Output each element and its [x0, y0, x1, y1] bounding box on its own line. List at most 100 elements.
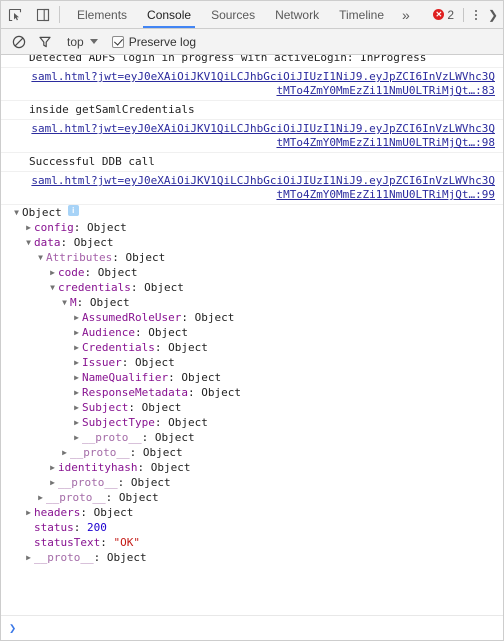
filter-funnel-icon[interactable]	[33, 31, 57, 53]
object-root-row[interactable]: ▼ Object i	[11, 205, 495, 220]
console-message-list: Detected ADFS login in progress with act…	[1, 55, 503, 205]
inspect-cursor-glyph	[8, 8, 22, 21]
object-property-row[interactable]: ▶ identityhash: Object	[11, 460, 495, 475]
object-property-row[interactable]: ▶ Credentials: Object	[11, 340, 495, 355]
chevron-right-icon[interactable]: ❯	[485, 8, 501, 22]
object-property-row[interactable]: ▼ Attributes: Object	[11, 250, 495, 265]
object-property-row[interactable]: ▶ config: Object	[11, 220, 495, 235]
console-prompt-row[interactable]: ❯	[1, 615, 503, 640]
console-filter-bar: top Preserve log	[1, 29, 503, 55]
property-separator: :	[141, 431, 155, 444]
disclosure-triangle-icon[interactable]: ▶	[71, 340, 82, 355]
disclosure-triangle-icon[interactable]: ▶	[47, 475, 58, 490]
disclosure-triangle-icon[interactable]: ▶	[47, 460, 58, 475]
object-property-row[interactable]: ▶ Audience: Object	[11, 325, 495, 340]
disclosure-triangle-icon[interactable]: ▼	[11, 205, 22, 220]
object-property-row[interactable]: ▶ __proto__: Object	[11, 430, 495, 445]
object-property-row[interactable]: ▼ M: Object	[11, 295, 495, 310]
disclosure-triangle-icon[interactable]: ▶	[71, 325, 82, 340]
preserve-log-toggle[interactable]: Preserve log	[111, 35, 196, 49]
object-property-row[interactable]: ▼ credentials: Object	[11, 280, 495, 295]
property-key: __proto__	[70, 446, 130, 459]
property-separator: :	[121, 356, 135, 369]
object-property-row[interactable]: ▶ __proto__: Object	[11, 490, 495, 505]
panel-tabs: Elements Console Sources Network Timelin…	[67, 1, 418, 28]
disclosure-triangle-icon[interactable]: ▶	[71, 370, 82, 385]
property-key: status	[34, 521, 74, 534]
property-separator: :	[154, 416, 169, 429]
property-separator: :	[100, 536, 114, 549]
disclosure-triangle-icon[interactable]: ▶	[71, 430, 82, 445]
inspect-element-icon[interactable]	[1, 1, 29, 28]
source-link[interactable]: saml.html?jwt=eyJ0eXAiOiJKV1QiLCJhbGciOi…	[29, 70, 495, 98]
disclosure-triangle-icon[interactable]: ▶	[71, 310, 82, 325]
preserve-log-checkbox[interactable]	[111, 35, 124, 48]
property-separator: :	[181, 311, 195, 324]
property-value: Object	[97, 266, 138, 279]
object-property-row[interactable]: ▶ NameQualifier: Object	[11, 370, 495, 385]
property-value: Object	[87, 221, 127, 234]
disclosure-triangle-icon[interactable]: ▼	[35, 250, 46, 265]
property-key: Audience	[82, 326, 135, 339]
console-prompt-input[interactable]	[16, 618, 503, 638]
disclosure-triangle-icon[interactable]: ▶	[35, 490, 46, 505]
object-property-row[interactable]: ▶ headers: Object	[11, 505, 495, 520]
tab-elements-label: Elements	[77, 7, 128, 22]
console-messages-area[interactable]: Detected ADFS login in progress with act…	[1, 55, 503, 615]
property-separator: :	[80, 506, 94, 519]
disclosure-triangle-icon[interactable]: ▶	[71, 355, 82, 370]
property-key: NameQualifier	[82, 371, 169, 384]
disclosure-triangle-icon[interactable]: ▶	[71, 400, 82, 415]
disclosure-triangle-icon[interactable]: ▶	[71, 415, 82, 430]
toolbar-divider-right	[463, 7, 464, 22]
object-property-row[interactable]: ▶ ResponseMetadata: Object	[11, 385, 495, 400]
object-property-row[interactable]: ▶ AssumedRoleUser: Object	[11, 310, 495, 325]
property-key: config	[34, 221, 74, 234]
object-property-row[interactable]: ▶ __proto__: Object	[11, 550, 495, 565]
property-value: Object	[168, 416, 208, 429]
clear-console-icon[interactable]	[7, 31, 31, 53]
devtools-window: Elements Console Sources Network Timelin…	[0, 0, 504, 641]
more-tabs-button[interactable]: »	[394, 1, 418, 28]
error-count-label: 2	[447, 7, 454, 22]
tab-console[interactable]: Console	[137, 1, 201, 28]
error-icon: ✕	[433, 9, 445, 20]
property-key: __proto__	[58, 476, 118, 489]
prompt-arrow-icon: ❯	[9, 621, 17, 635]
tab-sources-label: Sources	[211, 7, 256, 22]
property-value: Object	[142, 446, 183, 459]
disclosure-triangle-icon[interactable]: ▼	[47, 280, 58, 295]
object-property-row[interactable]: ▶ code: Object	[11, 265, 495, 280]
source-link[interactable]: saml.html?jwt=eyJ0eXAiOiJKV1QiLCJhbGciOi…	[29, 174, 495, 202]
console-message-text: Detected ADFS login in progress with act…	[29, 55, 427, 64]
disclosure-triangle-icon[interactable]: ▶	[47, 265, 58, 280]
disclosure-triangle-icon[interactable]: ▶	[59, 445, 70, 460]
object-property-row[interactable]: ▼ data: Object	[11, 235, 495, 250]
tab-sources[interactable]: Sources	[201, 1, 265, 28]
error-count-badge[interactable]: ✕ 2	[427, 8, 460, 22]
disclosure-triangle-icon[interactable]: ▼	[59, 295, 70, 310]
property-key: headers	[34, 506, 81, 519]
source-link[interactable]: saml.html?jwt=eyJ0eXAiOiJKV1QiLCJhbGciOi…	[29, 122, 495, 150]
tab-elements[interactable]: Elements	[67, 1, 137, 28]
disclosure-triangle-icon[interactable]: ▶	[71, 385, 82, 400]
object-property-row[interactable]: ▶ __proto__: Object	[11, 475, 495, 490]
disclosure-triangle-icon[interactable]: ▶	[23, 505, 34, 520]
object-property-row[interactable]: ▶ __proto__: Object	[11, 445, 495, 460]
more-options-icon[interactable]	[467, 9, 485, 20]
tab-network[interactable]: Network	[265, 1, 329, 28]
property-value: Object	[141, 401, 182, 414]
console-message: Detected ADFS login in progress with act…	[1, 55, 503, 68]
execution-context-select[interactable]: top	[59, 35, 104, 49]
object-property-row[interactable]: ▶ Subject: Object	[11, 400, 495, 415]
property-value: Object	[144, 281, 184, 294]
object-property-row[interactable]: ▶status: 200	[11, 520, 495, 535]
object-property-row[interactable]: ▶ SubjectType: Object	[11, 415, 495, 430]
disclosure-triangle-icon[interactable]: ▶	[23, 220, 34, 235]
disclosure-triangle-icon[interactable]: ▶	[23, 550, 34, 565]
object-property-row[interactable]: ▶ Issuer: Object	[11, 355, 495, 370]
device-toolbar-icon[interactable]	[29, 1, 57, 28]
tab-timeline[interactable]: Timeline	[329, 1, 394, 28]
disclosure-triangle-icon[interactable]: ▼	[23, 235, 34, 250]
object-property-row[interactable]: ▶statusText: "OK"	[11, 535, 495, 550]
